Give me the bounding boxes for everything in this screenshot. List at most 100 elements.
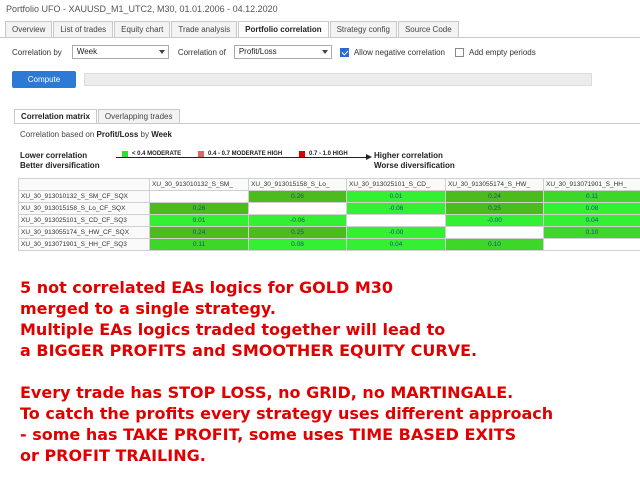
window-title: Portfolio UFO - XAUUSD_M1_UTC2, M30, 01.… [0, 0, 640, 21]
matrix-cell: 0.08 [543, 202, 640, 215]
subtabs-divider [14, 123, 640, 124]
add-empty-label: Add empty periods [469, 47, 536, 57]
tab-overview[interactable]: Overview [5, 21, 53, 37]
matrix-cell: 0.10 [445, 238, 544, 251]
promo-line: 5 not correlated EAs logics for GOLD M30 [20, 278, 393, 297]
legend-item-label: < 0.4 MODERATE [132, 151, 182, 157]
matrix-cell: 0.26 [149, 202, 249, 215]
promo-line: a BIGGER PROFITS and SMOOTHER EQUITY CUR… [20, 341, 478, 360]
basis-prefix: Correlation based on [20, 130, 97, 139]
chevron-down-icon [321, 50, 328, 54]
legend-higher-line2: Worse diversification [374, 161, 455, 170]
table-row: XU_30_913010132_S_SM_CF_SQX 0.26 0.01 0.… [18, 190, 640, 203]
correlation-of-value: Profit/Loss [238, 47, 277, 56]
promo-line: or PROFIT TRAILING. [20, 446, 206, 465]
legend-swatch [198, 151, 204, 157]
correlation-of-label: Correlation of [177, 47, 226, 57]
matrix-cell: 0.24 [149, 226, 249, 239]
table-row: XU_30_913055174_S_HW_CF_SQX 0.24 0.25 -0… [18, 226, 640, 239]
controls-row: Correlation by Week Correlation of Profi… [12, 44, 536, 60]
chevron-down-icon [158, 50, 165, 54]
tab-strategy-config[interactable]: Strategy config [329, 21, 397, 37]
matrix-cell: 0.11 [149, 238, 249, 251]
tab-portfolio-correlation[interactable]: Portfolio correlation [238, 21, 329, 38]
matrix-cell: 0.08 [248, 238, 347, 251]
matrix-cell [149, 190, 249, 203]
table-row: XU_30_913071901_S_HH_CF_SQ3 0.11 0.08 0.… [18, 238, 640, 251]
legend-item-label: 0.4 - 0.7 MODERATE HIGH [208, 151, 283, 157]
correlation-by-select[interactable]: Week [71, 45, 169, 59]
promo-line: Multiple EAs logics traded together will… [20, 320, 446, 339]
row-header: XU_30_913010132_S_SM_CF_SQX [18, 190, 150, 203]
add-empty-checkbox[interactable] [455, 47, 465, 57]
matrix-cell: 0.01 [149, 214, 249, 227]
correlation-matrix-table: XU_30_913010132_S_SM_ XU_30_913015158_S_… [18, 178, 640, 251]
correlation-by-value: Week [76, 47, 98, 56]
row-header: XU_30_913015158_S_Lo_CF_SQX [18, 202, 150, 215]
legend-item-high: 0.7 - 1.0 HIGH [299, 151, 348, 157]
matrix-cell [543, 238, 640, 251]
tab-equity-chart[interactable]: Equity chart [114, 21, 171, 37]
legend-item-moderate-high: 0.4 - 0.7 MODERATE HIGH [198, 151, 282, 157]
tab-overlapping-trades[interactable]: Overlapping trades [97, 109, 180, 123]
column-header: XU_30_913010132_S_SM_ [149, 178, 249, 191]
allow-negative-checkbox[interactable] [339, 47, 349, 57]
basis-mid: by [138, 130, 152, 139]
matrix-header-row: XU_30_913010132_S_SM_ XU_30_913015158_S_… [18, 178, 640, 191]
promo-line: To catch the profits every strategy uses… [20, 404, 554, 423]
promo-line: - some has TAKE PROFIT, some uses TIME B… [20, 425, 517, 444]
correlation-by-label: Correlation by [12, 47, 62, 57]
legend-swatch [299, 151, 305, 157]
matrix-cell [445, 226, 544, 239]
matrix-cell: 0.04 [543, 214, 640, 227]
correlation-arrow-line [116, 157, 368, 158]
matrix-cell: 0.01 [346, 190, 446, 203]
row-header: XU_30_913055174_S_HW_CF_SQX [18, 226, 150, 239]
promo-text-block: 5 not correlated EAs logics for GOLD M30… [20, 277, 640, 466]
legend-item-label: 0.7 - 1.0 HIGH [309, 151, 348, 157]
correlation-basis-text: Correlation based on Profit/Loss by Week [20, 130, 172, 139]
matrix-cell: -0.06 [346, 202, 446, 215]
tab-correlation-matrix[interactable]: Correlation matrix [14, 109, 97, 124]
allow-negative-label: Allow negative correlation [353, 47, 446, 57]
legend-item-moderate: < 0.4 MODERATE [122, 151, 181, 157]
matrix-cell: -0.00 [346, 226, 446, 239]
legend-lower-line2: Better diversification [20, 161, 100, 170]
row-header: XU_30_913071901_S_HH_CF_SQ3 [18, 238, 150, 251]
arrow-right-icon [366, 154, 372, 160]
matrix-cell: 0.25 [248, 226, 347, 239]
tab-trade-analysis[interactable]: Trade analysis [171, 21, 238, 37]
matrix-cell [346, 214, 446, 227]
compute-progress-bar [84, 73, 592, 86]
matrix-cell: 0.25 [445, 202, 544, 215]
tab-source-code[interactable]: Source Code [397, 21, 459, 37]
tabs-divider [0, 37, 640, 38]
correlation-of-select[interactable]: Profit/Loss [233, 45, 332, 59]
column-header: XU_30_913055174_S_HW_ [445, 178, 544, 191]
matrix-cell: 0.24 [445, 190, 544, 203]
basis-period: Week [151, 130, 172, 139]
promo-line: Every trade has STOP LOSS, no GRID, no M… [20, 383, 514, 402]
legend-swatch [122, 151, 128, 157]
matrix-cell: 0.11 [543, 190, 640, 203]
promo-line: merged to a single strategy. [20, 299, 276, 318]
row-header: XU_30_913025101_S_CD_CF_SQ3 [18, 214, 150, 227]
basis-metric: Profit/Loss [96, 130, 139, 139]
column-header: XU_30_913015158_S_Lo_ [248, 178, 347, 191]
sub-tabs: Correlation matrix Overlapping trades [14, 109, 181, 124]
matrix-cell: 0.04 [346, 238, 446, 251]
matrix-cell [248, 202, 347, 215]
table-row: XU_30_913025101_S_CD_CF_SQ3 0.01 -0.06 -… [18, 214, 640, 227]
legend-lower-line1: Lower correlation [20, 151, 88, 160]
legend-lower: Lower correlation Better diversification [20, 151, 100, 171]
column-header: XU_30_913025101_S_CD_ [346, 178, 446, 191]
table-row: XU_30_913015158_S_Lo_CF_SQX 0.26 -0.06 0… [18, 202, 640, 215]
matrix-cell: 0.10 [543, 226, 640, 239]
main-tabs: Overview List of trades Equity chart Tra… [5, 21, 460, 38]
tab-list-of-trades[interactable]: List of trades [53, 21, 114, 37]
column-header: XU_30_913071901_S_HH_ [543, 178, 640, 191]
matrix-cell: -0.06 [248, 214, 347, 227]
legend-higher: Higher correlation Worse diversification [374, 151, 455, 171]
matrix-cell: 0.26 [248, 190, 347, 203]
compute-button[interactable]: Compute [12, 71, 76, 88]
